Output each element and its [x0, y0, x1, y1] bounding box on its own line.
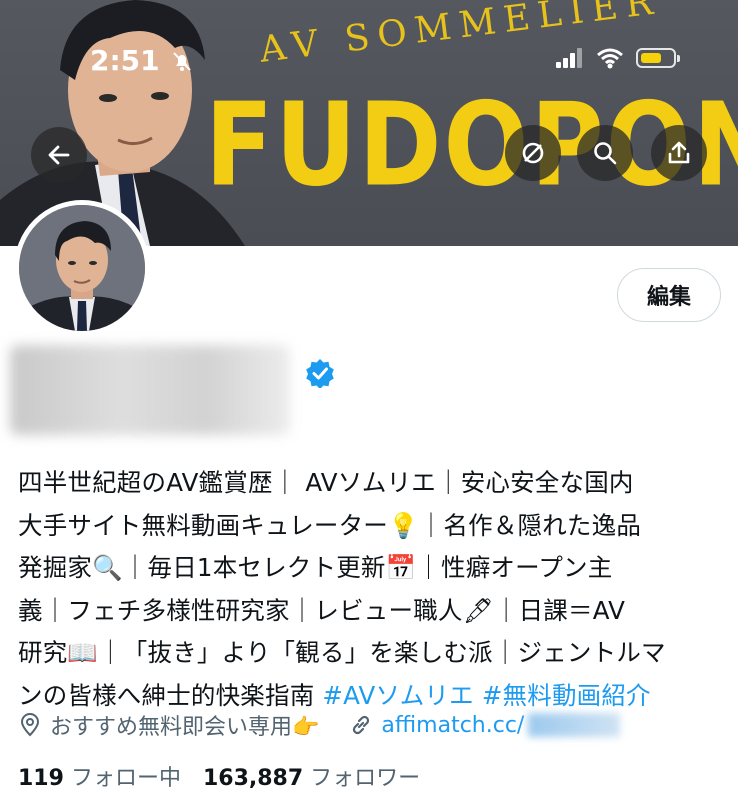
status-time: 2:51: [90, 44, 194, 77]
bio-line: 研究📖｜「抜き」より「観る」を楽しむ派｜ジェントルマ: [18, 638, 666, 667]
profile-meta: おすすめ無料即会い専用👉 affimatch.cc/: [18, 709, 621, 741]
link-icon: [353, 715, 370, 735]
follow-stats: 119 フォロー中 163,887 フォロワー: [18, 760, 420, 792]
bio-line: ンの皆様へ紳士的快楽指南: [18, 680, 315, 710]
grok-button[interactable]: [505, 125, 561, 181]
status-icons: [556, 47, 680, 69]
profile-bio: 四半世紀超のAV鑑賞歴｜ AVソムリエ｜安心安全な国内 大手サイト無料動画キュレ…: [18, 462, 723, 717]
edit-profile-button[interactable]: 編集: [617, 268, 721, 322]
signal-icon: [556, 48, 582, 68]
bio-line: 義｜フェチ多様性研究家｜レビュー職人🖋｜日課＝AV: [18, 595, 626, 625]
wifi-icon: [597, 48, 623, 69]
location-pin-icon: [20, 713, 40, 737]
search-icon: [594, 142, 617, 165]
clock: 2:51: [90, 44, 160, 77]
following-label: フォロー中: [70, 766, 181, 791]
avatar-illustration: [19, 205, 145, 331]
profile-location: おすすめ無料即会い専用👉: [50, 715, 320, 740]
battery-icon: [636, 48, 680, 68]
share-button[interactable]: [651, 125, 707, 181]
bio-line: 発掘家🔍｜毎日1本セレクト更新📅｜性癖オープン主: [18, 553, 613, 582]
following-stat[interactable]: 119 フォロー中: [18, 760, 181, 792]
bell-slash-icon: [172, 51, 191, 71]
back-icon: [48, 145, 70, 165]
profile-website-link[interactable]: affimatch.cc/: [381, 713, 524, 738]
hashtag-link[interactable]: #無料動画紹介: [482, 681, 651, 710]
followers-count: 163,887: [202, 766, 304, 791]
bio-line: 大手サイト無料動画キュレーター💡｜名作＆隠れた逸品: [18, 510, 642, 540]
back-button[interactable]: [31, 127, 87, 183]
hashtag-link[interactable]: #AVソムリエ: [322, 681, 473, 710]
following-count: 119: [18, 766, 64, 791]
bio-line: 四半世紀超のAV鑑賞歴｜ AVソムリエ｜安心安全な国内: [18, 468, 634, 497]
followers-label: フォロワー: [310, 766, 421, 791]
followers-stat[interactable]: 163,887 フォロワー: [203, 760, 420, 792]
display-name-redacted: [10, 345, 290, 435]
search-button[interactable]: [577, 125, 633, 181]
verified-badge-icon: [306, 359, 334, 388]
website-path-redacted: [528, 713, 621, 737]
grok-icon: [522, 142, 544, 164]
avatar[interactable]: [14, 200, 150, 336]
share-icon: [668, 141, 690, 164]
